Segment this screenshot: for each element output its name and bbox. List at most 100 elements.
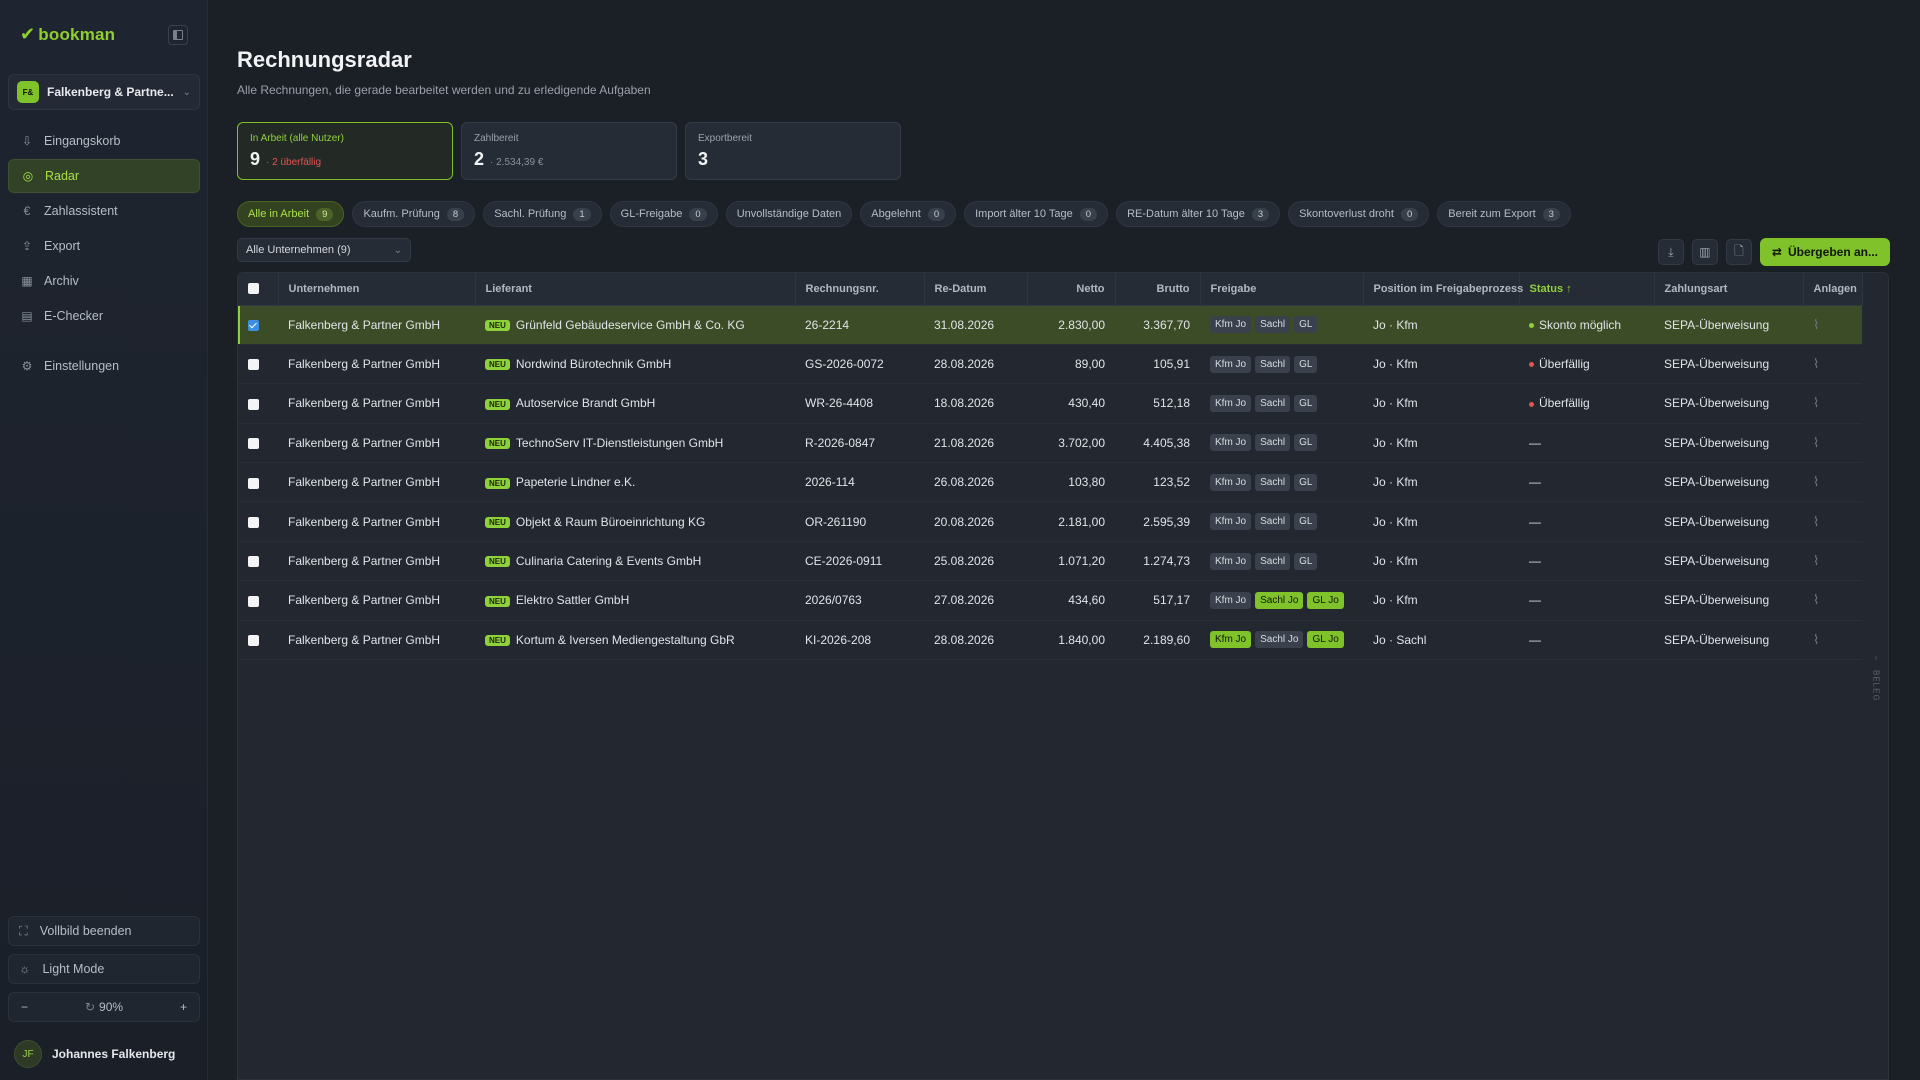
document-button[interactable]: 🗋 [1725,239,1752,265]
table-row[interactable]: Falkenberg & Partner GmbH NEU Culinaria Ca… [238,541,1862,582]
collapse-sidebar-button[interactable] [168,25,188,45]
approval-pill[interactable]: Sachl [1255,434,1291,452]
sidebar-item-einstellungen[interactable]: ⚙ Einstellungen [8,349,200,383]
approval-pill[interactable]: Kfm Jo [1210,355,1252,373]
col-attachments[interactable]: Anlagen [1803,273,1863,306]
paperclip-icon[interactable]: ⌇ [1813,632,1819,647]
approval-pill[interactable]: GL [1294,394,1318,412]
row-checkbox[interactable] [248,438,259,450]
table-row[interactable]: Falkenberg & Partner GmbH NEU Kortum & Ive… [238,620,1862,661]
light-mode-button[interactable]: ☼ Light Mode [8,954,200,984]
approval-pill[interactable]: Kfm Jo [1210,394,1252,412]
exit-fullscreen-button[interactable]: ⛶ Vollbild beenden [8,916,200,946]
filter-chip-bereit-zum-export[interactable]: Bereit zum Export 3 [1437,201,1571,227]
row-checkbox[interactable] [248,556,259,568]
handover-button[interactable]: ⇄ Übergeben an... [1759,238,1890,266]
approval-pill[interactable]: Kfm Jo [1210,631,1252,649]
approval-pill[interactable]: Sachl [1255,355,1291,373]
approval-pill[interactable]: Kfm Jo [1210,434,1252,452]
approval-pill[interactable]: GL Jo [1307,591,1344,609]
download-button[interactable]: ⤓ [1657,239,1684,265]
approval-pill[interactable]: Kfm Jo [1210,552,1252,570]
filter-chip-re-datum-lter-10-tage[interactable]: RE-Datum älter 10 Tage 3 [1116,201,1281,227]
col-company[interactable]: Unternehmen [278,273,476,306]
table-row[interactable]: Falkenberg & Partner GmbH NEU Autoservice … [238,383,1862,424]
approval-pill[interactable]: GL Jo [1307,631,1344,649]
table-row[interactable]: Falkenberg & Partner GmbH NEU Nordwind Bür… [238,344,1862,385]
table-row[interactable]: Falkenberg & Partner GmbH NEU Grünfeld Geb… [238,305,1862,345]
row-checkbox[interactable] [248,635,259,647]
col-approval[interactable]: Freigabe [1200,273,1364,306]
col-net[interactable]: Netto [1027,273,1116,306]
approval-pill[interactable]: Sachl [1255,552,1291,570]
table-row[interactable]: Falkenberg & Partner GmbH NEU TechnoServ I… [238,423,1862,464]
approval-pill[interactable]: GL [1294,355,1318,373]
sidebar-item-export[interactable]: ⇪ Export [8,229,200,263]
paperclip-icon[interactable]: ⌇ [1813,356,1819,371]
row-checkbox[interactable] [248,595,259,607]
filter-chip-kaufm-pr-fung[interactable]: Kaufm. Prüfung 8 [352,201,476,227]
paperclip-icon[interactable]: ⌇ [1813,395,1819,410]
col-status[interactable]: Status ↑ [1519,273,1655,306]
sidebar-item-zahlassistent[interactable]: € Zahlassistent [8,194,200,228]
col-approval-position[interactable]: Position im Freigabeprozess [1363,273,1523,306]
approval-pill[interactable]: Sachl [1255,316,1291,334]
row-checkbox[interactable] [248,398,259,410]
columns-button[interactable]: ▥ [1691,239,1718,265]
approval-pill[interactable]: GL [1294,473,1318,491]
zoom-level[interactable]: ↻ 90% [85,1000,123,1014]
col-invoice-date[interactable]: Re-Datum [924,273,1028,306]
row-checkbox[interactable] [248,359,259,371]
company-switcher[interactable]: F& Falkenberg & Partne... ⌄ [8,74,200,110]
filter-chip-sachl-pr-fung[interactable]: Sachl. Prüfung 1 [483,201,602,227]
filter-chip-abgelehnt[interactable]: Abgelehnt 0 [860,201,957,227]
filter-chip-skontoverlust-droht[interactable]: Skontoverlust droht 0 [1288,201,1430,227]
paperclip-icon[interactable]: ⌇ [1813,435,1819,450]
filter-chip-unvollst-ndige-daten[interactable]: Unvollständige Daten [725,201,853,227]
approval-pill[interactable]: Kfm Jo [1210,591,1252,609]
table-row[interactable]: Falkenberg & Partner GmbH NEU Papeterie Li… [238,462,1862,503]
col-gross[interactable]: Brutto [1115,273,1201,306]
zoom-in-button[interactable]: + [180,1000,187,1014]
filter-chip-import-lter-10-tage[interactable]: Import älter 10 Tage 0 [964,201,1109,227]
approval-pill[interactable]: GL [1294,434,1318,452]
filter-chip-gl-freigabe[interactable]: GL-Freigabe 0 [609,201,718,227]
approval-pill[interactable]: Sachl [1255,473,1291,491]
approval-pill[interactable]: GL [1294,552,1318,570]
col-supplier[interactable]: Lieferant [475,273,796,306]
paperclip-icon[interactable]: ⌇ [1813,592,1819,607]
approval-pill[interactable]: GL [1294,316,1318,334]
approval-pill[interactable]: Sachl [1255,394,1291,412]
row-checkbox[interactable] [248,320,259,332]
sidebar-item-eingangskorb[interactable]: ⇩ Eingangskorb [8,124,200,158]
paperclip-icon[interactable]: ⌇ [1813,474,1819,489]
row-checkbox[interactable] [248,516,259,528]
card-in-progress[interactable]: In Arbeit (alle Nutzer) 9 · 2 überfällig [237,122,453,180]
user-profile[interactable]: JF Johannes Falkenberg [14,1040,175,1068]
row-checkbox[interactable] [248,477,259,489]
sidebar-item-radar[interactable]: ◎ Radar [8,159,200,193]
approval-pill[interactable]: Sachl [1255,513,1291,531]
paperclip-icon[interactable]: ⌇ [1813,514,1819,529]
approval-pill[interactable]: Sachl Jo [1255,631,1304,649]
sidebar-item-e-checker[interactable]: ▤ E-Checker [8,299,200,333]
table-row[interactable]: Falkenberg & Partner GmbH NEU Elektro Satt… [238,580,1862,621]
card-ready-to-pay[interactable]: Zahlbereit 2 · 2.534,39 € [461,122,677,180]
filter-chip-alle-in-arbeit[interactable]: Alle in Arbeit 9 [237,201,345,227]
table-row[interactable]: Falkenberg & Partner GmbH NEU Objekt & Rau… [238,501,1862,542]
company-filter-select[interactable]: Alle Unternehmen (9) ⌄ [237,238,411,262]
col-invoice-number[interactable]: Rechnungsnr. [795,273,925,306]
paperclip-icon[interactable]: ⌇ [1813,317,1819,332]
card-ready-to-export[interactable]: Exportbereit 3 [685,122,901,180]
approval-pill[interactable]: Kfm Jo [1210,316,1252,334]
brand-logo[interactable]: ✔ bookman [20,24,115,45]
zoom-out-button[interactable]: − [21,1000,28,1014]
approval-pill[interactable]: Sachl Jo [1255,591,1304,609]
approval-pill[interactable]: Kfm Jo [1210,473,1252,491]
paperclip-icon[interactable]: ⌇ [1813,553,1819,568]
select-all-checkbox[interactable] [248,283,259,295]
approval-pill[interactable]: Kfm Jo [1210,513,1252,531]
approval-pill[interactable]: GL [1294,513,1318,531]
col-payment-type[interactable]: Zahlungsart [1654,273,1804,306]
sidebar-item-archiv[interactable]: ▦ Archiv [8,264,200,298]
